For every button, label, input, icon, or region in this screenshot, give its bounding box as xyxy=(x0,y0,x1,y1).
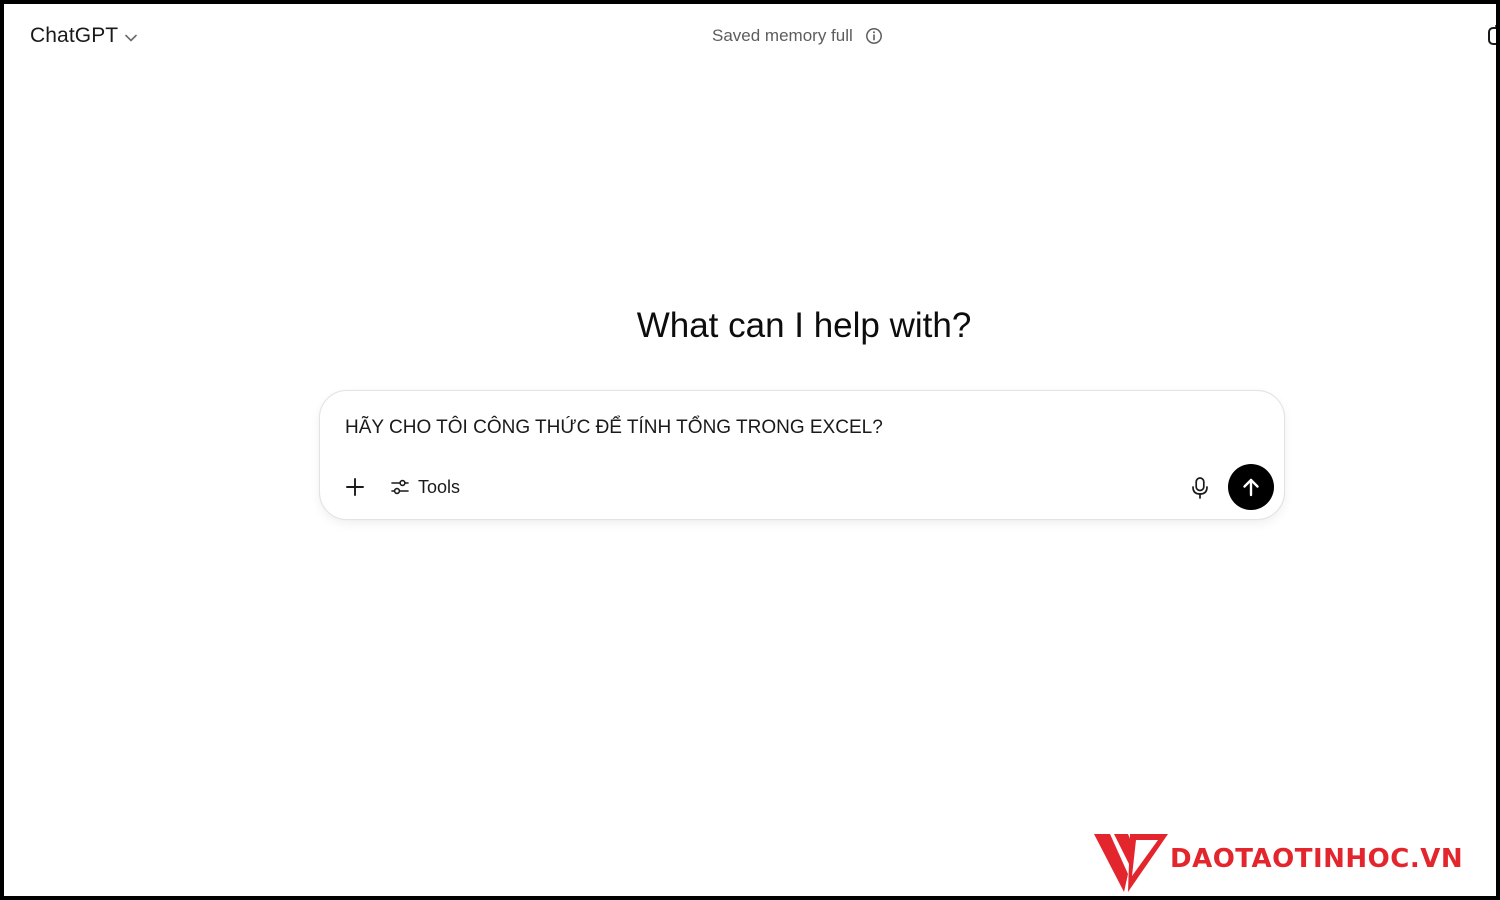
plus-icon xyxy=(346,478,364,496)
arrow-up-icon xyxy=(1243,478,1259,497)
app-window: ChatGPT Saved memory full What can I hel… xyxy=(4,4,1496,896)
sliders-icon xyxy=(391,479,409,495)
info-icon[interactable] xyxy=(865,27,883,45)
new-chat-icon[interactable] xyxy=(1487,24,1496,48)
chevron-down-icon xyxy=(125,34,138,41)
hero: What can I help with? xyxy=(4,306,1496,346)
hero-title: What can I help with? xyxy=(636,306,972,345)
tools-button[interactable]: Tools xyxy=(384,471,466,503)
watermark: DAOTAOTINHOC.VN xyxy=(1092,830,1496,896)
microphone-icon xyxy=(1192,477,1208,499)
model-switcher[interactable]: ChatGPT xyxy=(22,18,146,54)
model-name: ChatGPT xyxy=(30,24,119,47)
send-button[interactable] xyxy=(1228,464,1274,510)
voice-input-button[interactable] xyxy=(1184,472,1216,504)
add-attachment-button[interactable] xyxy=(340,472,370,502)
memory-status: Saved memory full xyxy=(712,20,883,52)
v-logo-icon xyxy=(1094,834,1168,892)
watermark-text: DAOTAOTINHOC.VN xyxy=(1170,844,1464,874)
memory-status-text: Saved memory full xyxy=(712,26,853,45)
tools-label: Tools xyxy=(418,476,461,497)
prompt-input[interactable]: HÃY CHO TÔI CÔNG THỨC ĐỂ TÍNH TỔNG TRONG… xyxy=(345,417,883,439)
composer: HÃY CHO TÔI CÔNG THỨC ĐỂ TÍNH TỔNG TRONG… xyxy=(319,390,1285,520)
